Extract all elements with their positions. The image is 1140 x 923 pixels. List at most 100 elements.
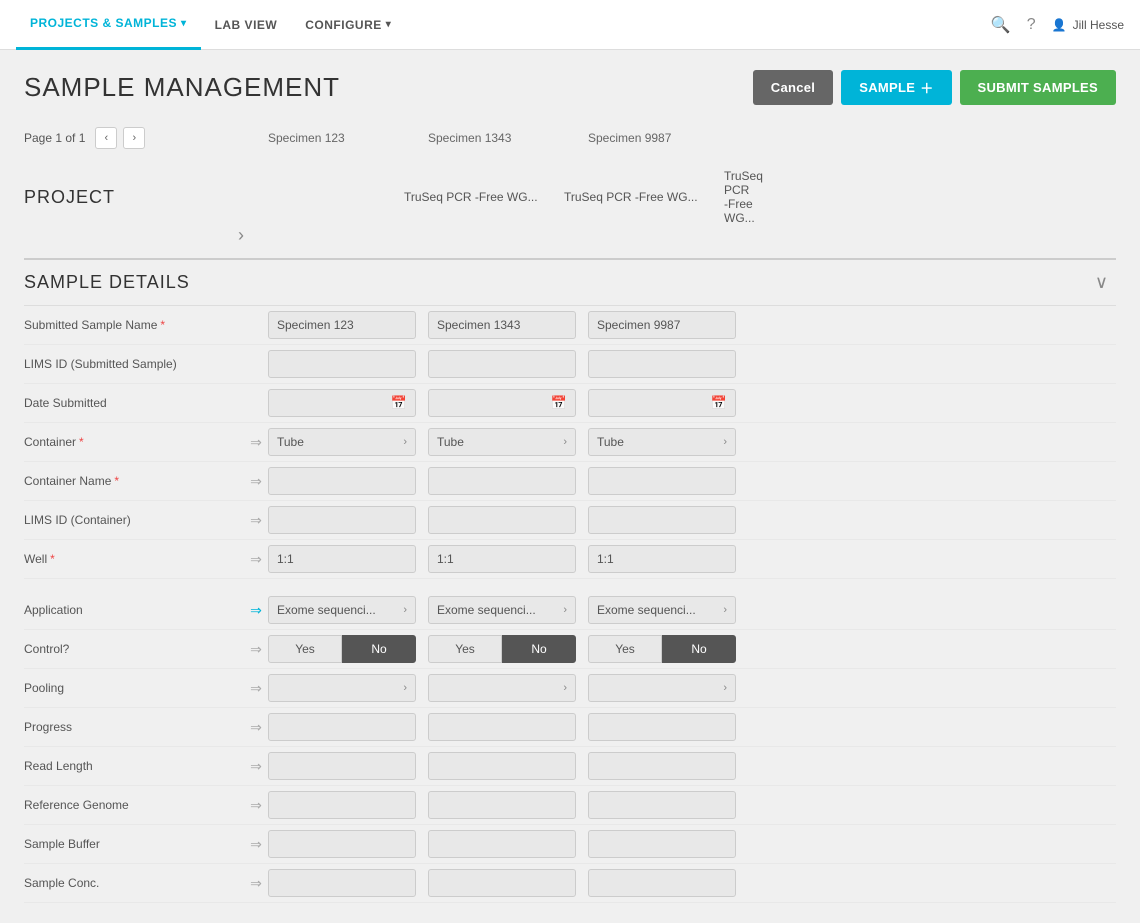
project-row: PROJECT TruSeq PCR -Free WG... TruSeq PC…	[24, 157, 1116, 260]
date-2-0[interactable]: 📅	[268, 389, 416, 417]
select-b0-2[interactable]: Exome sequenci...›	[588, 596, 736, 624]
sync-icon-b7[interactable]: ⇒	[250, 875, 262, 892]
col-header-2: Specimen 1343	[428, 131, 588, 145]
sample-button[interactable]: SAMPLE ＋	[841, 70, 951, 105]
field-4-2[interactable]	[588, 467, 736, 495]
user-icon: 👤	[1052, 18, 1067, 32]
date-2-1[interactable]: 📅	[428, 389, 576, 417]
field-b4-0[interactable]	[268, 752, 416, 780]
field-b5-1[interactable]	[428, 791, 576, 819]
field-b6-2[interactable]	[588, 830, 736, 858]
toggle-no-btn[interactable]: No	[662, 635, 736, 663]
column-header-row: Page 1 of 1 ‹ › Specimen 123 Specimen 13…	[24, 123, 1116, 157]
field-1-2[interactable]	[588, 350, 736, 378]
field-b3-0[interactable]	[268, 713, 416, 741]
field-6-2[interactable]	[588, 545, 736, 573]
field-4-1[interactable]	[428, 467, 576, 495]
data-row-b6: Sample Buffer⇒	[24, 825, 1116, 864]
calendar-icon: 📅	[391, 395, 407, 411]
field-b6-0[interactable]	[268, 830, 416, 858]
field-1-1[interactable]	[428, 350, 576, 378]
select-3-1[interactable]: Tube›	[428, 428, 576, 456]
data-row-b5: Reference Genome ⇒	[24, 786, 1116, 825]
field-0-1[interactable]	[428, 311, 576, 339]
select-3-2[interactable]: Tube›	[588, 428, 736, 456]
field-6-0[interactable]	[268, 545, 416, 573]
select-b2-1[interactable]: ›	[428, 674, 576, 702]
submit-samples-button[interactable]: SUBMIT SAMPLES	[960, 70, 1116, 105]
col-header-3: Specimen 9987	[588, 131, 748, 145]
toggle-yes-btn[interactable]: Yes	[268, 635, 342, 663]
sync-icon-b5[interactable]: ⇒	[250, 797, 262, 814]
sync-icon-b0[interactable]: ⇒	[250, 602, 262, 619]
field-b5-2[interactable]	[588, 791, 736, 819]
field-4-0[interactable]	[268, 467, 416, 495]
field-b7-1[interactable]	[428, 869, 576, 897]
field-b3-2[interactable]	[588, 713, 736, 741]
field-b4-2[interactable]	[588, 752, 736, 780]
sync-icon-b2[interactable]: ⇒	[250, 680, 262, 697]
toggle-yes-btn[interactable]: Yes	[588, 635, 662, 663]
toggle-b1-0: YesNo	[268, 635, 416, 663]
data-row-b7: Sample Conc. ⇒	[24, 864, 1116, 903]
nav-configure[interactable]: CONFIGURE ▾	[291, 0, 405, 50]
sync-icon-6[interactable]: ⇒	[250, 551, 262, 568]
sync-icon-b1[interactable]: ⇒	[250, 641, 262, 658]
select-3-0[interactable]: Tube›	[268, 428, 416, 456]
field-5-2[interactable]	[588, 506, 736, 534]
dropdown-caret-icon: ▾	[181, 18, 187, 29]
user-name: Jill Hesse	[1073, 18, 1124, 32]
row-label-b1: Control?	[24, 642, 244, 656]
toggle-yes-btn[interactable]: Yes	[428, 635, 502, 663]
select-b2-0[interactable]: ›	[268, 674, 416, 702]
search-icon[interactable]: 🔍	[991, 15, 1011, 35]
field-0-0[interactable]	[268, 311, 416, 339]
data-row-b2: Pooling⇒›››	[24, 669, 1116, 708]
sync-icon-b3[interactable]: ⇒	[250, 719, 262, 736]
sync-icon-b6[interactable]: ⇒	[250, 836, 262, 853]
field-0-2[interactable]	[588, 311, 736, 339]
row-label-b5: Reference Genome	[24, 798, 244, 812]
sync-icon-3[interactable]: ⇒	[250, 434, 262, 451]
toggle-no-btn[interactable]: No	[502, 635, 576, 663]
date-2-2[interactable]: 📅	[588, 389, 736, 417]
prev-page-button[interactable]: ‹	[95, 127, 117, 149]
sync-icon-b4[interactable]: ⇒	[250, 758, 262, 775]
data-row-4: Container Name *⇒	[24, 462, 1116, 501]
required-star-6: *	[50, 552, 55, 566]
field-b7-2[interactable]	[588, 869, 736, 897]
next-page-button[interactable]: ›	[123, 127, 145, 149]
sync-icon-5[interactable]: ⇒	[250, 512, 262, 529]
project-expand-icon[interactable]: ›	[24, 225, 244, 246]
field-5-1[interactable]	[428, 506, 576, 534]
field-b4-1[interactable]	[428, 752, 576, 780]
main-content: SAMPLE MANAGEMENT Cancel SAMPLE ＋ SUBMIT…	[0, 50, 1140, 923]
field-5-0[interactable]	[268, 506, 416, 534]
data-row-1: LIMS ID (Submitted Sample)	[24, 345, 1116, 384]
select-b2-2[interactable]: ›	[588, 674, 736, 702]
data-row-6: Well *⇒	[24, 540, 1116, 579]
select-b0-1[interactable]: Exome sequenci...›	[428, 596, 576, 624]
toggle-b1-2: YesNo	[588, 635, 736, 663]
field-b5-0[interactable]	[268, 791, 416, 819]
field-1-0[interactable]	[268, 350, 416, 378]
sample-details-rows: Submitted Sample Name * LIMS ID (Submitte…	[24, 306, 1116, 903]
sample-details-header: SAMPLE DETAILS ∨	[24, 260, 1116, 306]
row-label-b7: Sample Conc.	[24, 876, 244, 890]
configure-caret-icon: ▾	[386, 19, 392, 30]
field-b3-1[interactable]	[428, 713, 576, 741]
field-b7-0[interactable]	[268, 869, 416, 897]
data-row-b0: Application⇒Exome sequenci...›Exome sequ…	[24, 591, 1116, 630]
toggle-no-btn[interactable]: No	[342, 635, 416, 663]
nav-lab-view[interactable]: LAB VIEW	[201, 0, 292, 50]
cancel-button[interactable]: Cancel	[753, 70, 833, 105]
sample-details-collapse-icon[interactable]: ∨	[1076, 272, 1116, 293]
nav-projects-samples[interactable]: PROJECTS & SAMPLES ▾	[16, 0, 201, 50]
sync-icon-4[interactable]: ⇒	[250, 473, 262, 490]
help-icon[interactable]: ?	[1027, 16, 1036, 34]
select-b0-0[interactable]: Exome sequenci...›	[268, 596, 416, 624]
field-b6-1[interactable]	[428, 830, 576, 858]
toggle-b1-1: YesNo	[428, 635, 576, 663]
field-6-1[interactable]	[428, 545, 576, 573]
row-label-0: Submitted Sample Name *	[24, 318, 244, 332]
